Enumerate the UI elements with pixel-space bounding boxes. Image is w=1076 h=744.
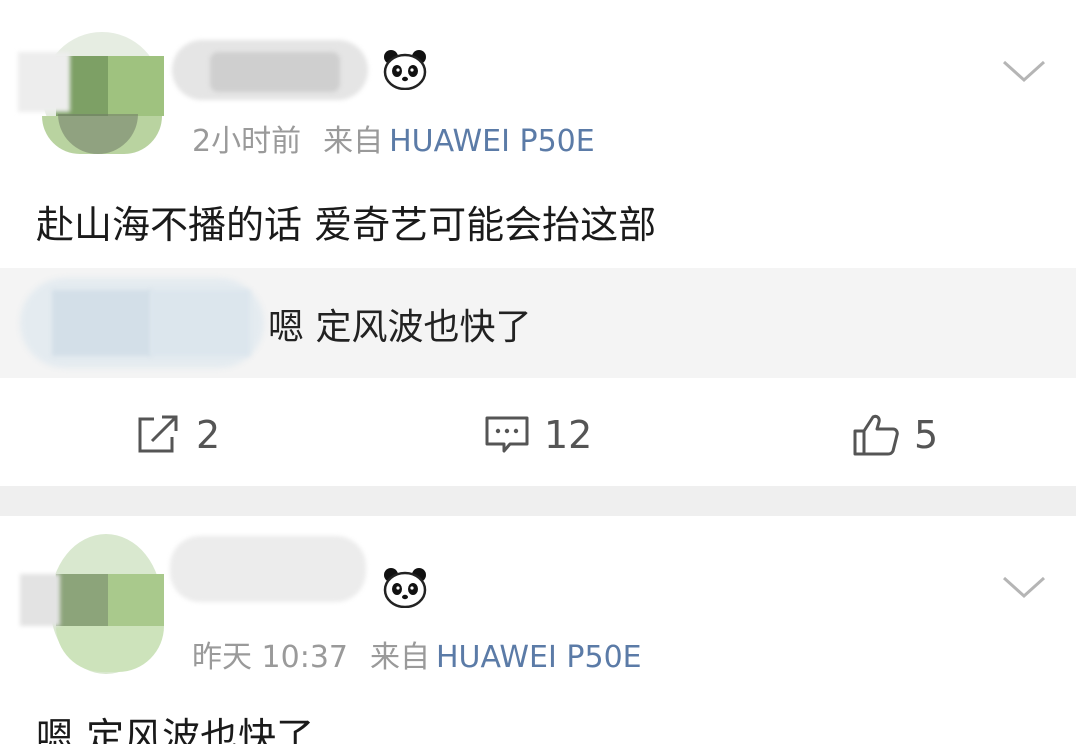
post-meta: 2小时前 来自 HUAWEI P50E (192, 116, 595, 160)
like-count: 5 (914, 413, 939, 457)
source-prefix: 来自 (323, 124, 384, 159)
device-link[interactable]: HUAWEI P50E (389, 124, 595, 159)
feed-separator (0, 486, 1076, 516)
post-time: 昨天 10:37 (192, 640, 348, 675)
post-content: 赴山海不播的话 爱奇艺可能会抬这部 (36, 203, 657, 247)
comment-icon (484, 415, 530, 455)
feed-post: 2小时前 来自 HUAWEI P50E 赴山海不播的话 爱奇艺可能会抬这部 嗯 定风… (0, 0, 1076, 486)
post-time: 2小时前 (192, 124, 302, 159)
panda-icon (382, 48, 428, 91)
username-masked[interactable] (170, 536, 366, 602)
device-link[interactable]: HUAWEI P50E (436, 640, 642, 675)
avatar[interactable] (18, 18, 168, 158)
comment-count: 12 (544, 413, 593, 457)
repost-button[interactable]: 2 (136, 410, 220, 460)
chevron-down-icon[interactable] (1000, 574, 1048, 602)
comment-preview[interactable]: 嗯 定风波也快了 (0, 268, 1076, 378)
post-meta: 昨天 10:37 来自 HUAWEI P50E (192, 632, 642, 676)
repost-count: 2 (196, 413, 221, 457)
chevron-down-icon[interactable] (1000, 58, 1048, 86)
like-icon (852, 413, 900, 457)
panda-icon (382, 566, 428, 609)
like-button[interactable]: 5 (852, 410, 938, 460)
comment-button[interactable]: 12 (484, 410, 592, 460)
source-prefix: 来自 (370, 640, 430, 675)
post-content: 嗯 定风波也快了 (36, 715, 315, 744)
feed-post: 昨天 10:37 来自 HUAWEI P50E 嗯 定风波也快了 (0, 516, 1076, 744)
comment-preview-text: 嗯 定风波也快了 (268, 307, 532, 348)
avatar[interactable] (20, 534, 170, 674)
repost-icon (136, 415, 182, 455)
